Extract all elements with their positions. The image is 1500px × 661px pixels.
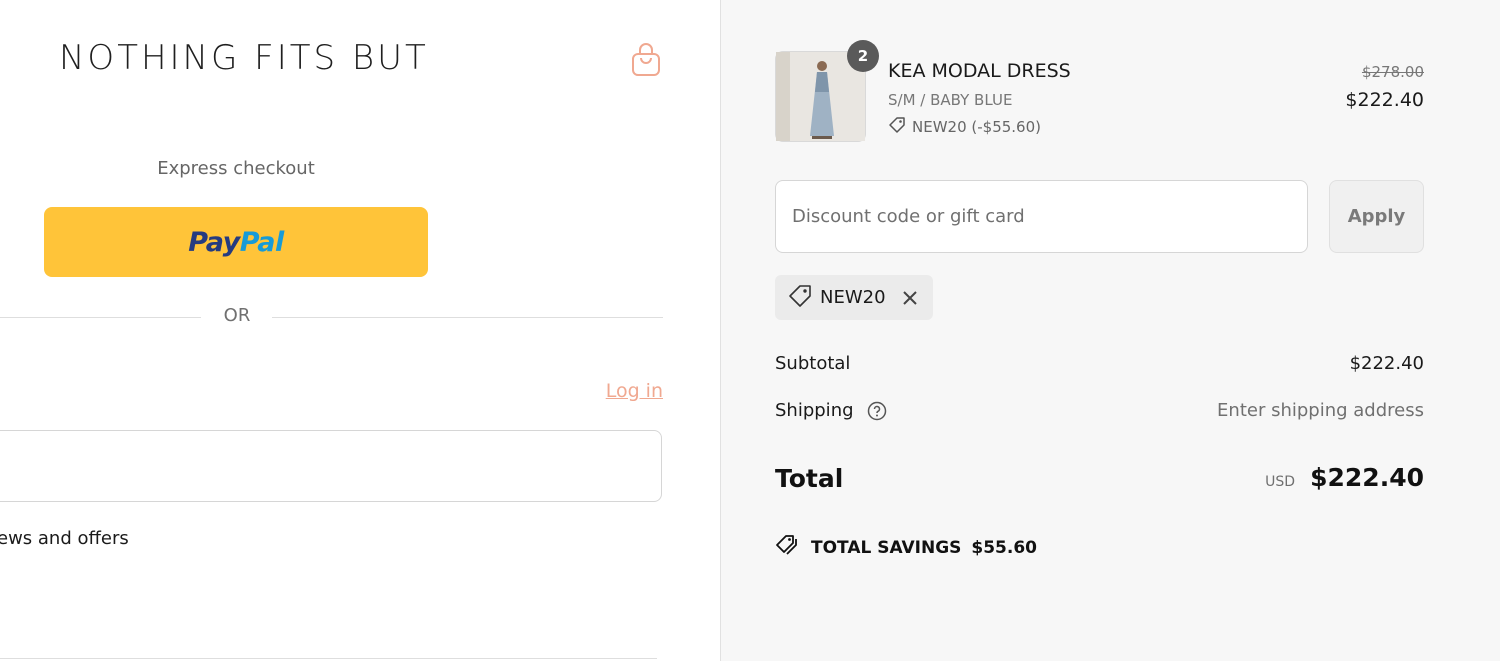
help-icon[interactable] bbox=[867, 401, 887, 421]
tag-icon bbox=[888, 116, 906, 138]
divider-left bbox=[0, 317, 201, 318]
or-divider-text: OR bbox=[223, 305, 251, 326]
shipping-label: Shipping bbox=[775, 400, 854, 421]
quantity-badge: 2 bbox=[847, 40, 879, 72]
product-variant: S/M / BABY BLUE bbox=[888, 91, 1013, 109]
total-label: Total bbox=[775, 464, 844, 493]
news-offers-label[interactable]: ews and offers bbox=[0, 528, 129, 549]
paypal-logo: PayPal bbox=[188, 226, 284, 258]
applied-discount-chip: NEW20 bbox=[775, 275, 933, 320]
total-savings: TOTAL SAVINGS $55.60 bbox=[775, 533, 1037, 562]
login-link[interactable]: Log in bbox=[560, 380, 663, 402]
tag-icon bbox=[788, 284, 812, 312]
applied-discount-code: NEW20 bbox=[820, 287, 886, 308]
item-price: $222.40 bbox=[1345, 89, 1424, 111]
savings-value: $55.60 bbox=[971, 537, 1037, 558]
currency-code: USD bbox=[1265, 474, 1296, 490]
checkout-main-panel: NOTHING FITS BUT Express checkout PayPal… bbox=[0, 0, 720, 661]
shipping-row: Shipping bbox=[775, 400, 887, 421]
discount-code-input[interactable] bbox=[775, 180, 1308, 253]
remove-discount-icon[interactable] bbox=[900, 288, 920, 308]
section-divider bbox=[0, 658, 657, 659]
original-price: $278.00 bbox=[1361, 63, 1424, 81]
apply-discount-button[interactable]: Apply bbox=[1329, 180, 1424, 253]
product-discount-text: NEW20 (-$55.60) bbox=[912, 118, 1041, 136]
total-value: $222.40 bbox=[1310, 463, 1424, 492]
product-name: KEA MODAL DRESS bbox=[888, 60, 1071, 82]
savings-tags-icon bbox=[775, 533, 801, 562]
paypal-button[interactable]: PayPal bbox=[44, 207, 428, 277]
shopping-bag-icon[interactable] bbox=[630, 42, 662, 78]
shipping-value: Enter shipping address bbox=[1217, 400, 1424, 421]
subtotal-label: Subtotal bbox=[775, 353, 851, 374]
savings-label: TOTAL SAVINGS bbox=[811, 537, 962, 558]
divider-right bbox=[272, 317, 663, 318]
express-checkout-label: Express checkout bbox=[157, 158, 315, 179]
store-logo[interactable]: NOTHING FITS BUT bbox=[59, 38, 429, 78]
subtotal-value: $222.40 bbox=[1349, 353, 1424, 374]
product-discount: NEW20 (-$55.60) bbox=[888, 116, 1041, 138]
email-field[interactable] bbox=[0, 430, 662, 502]
total-amount: USD $222.40 bbox=[1100, 463, 1424, 492]
